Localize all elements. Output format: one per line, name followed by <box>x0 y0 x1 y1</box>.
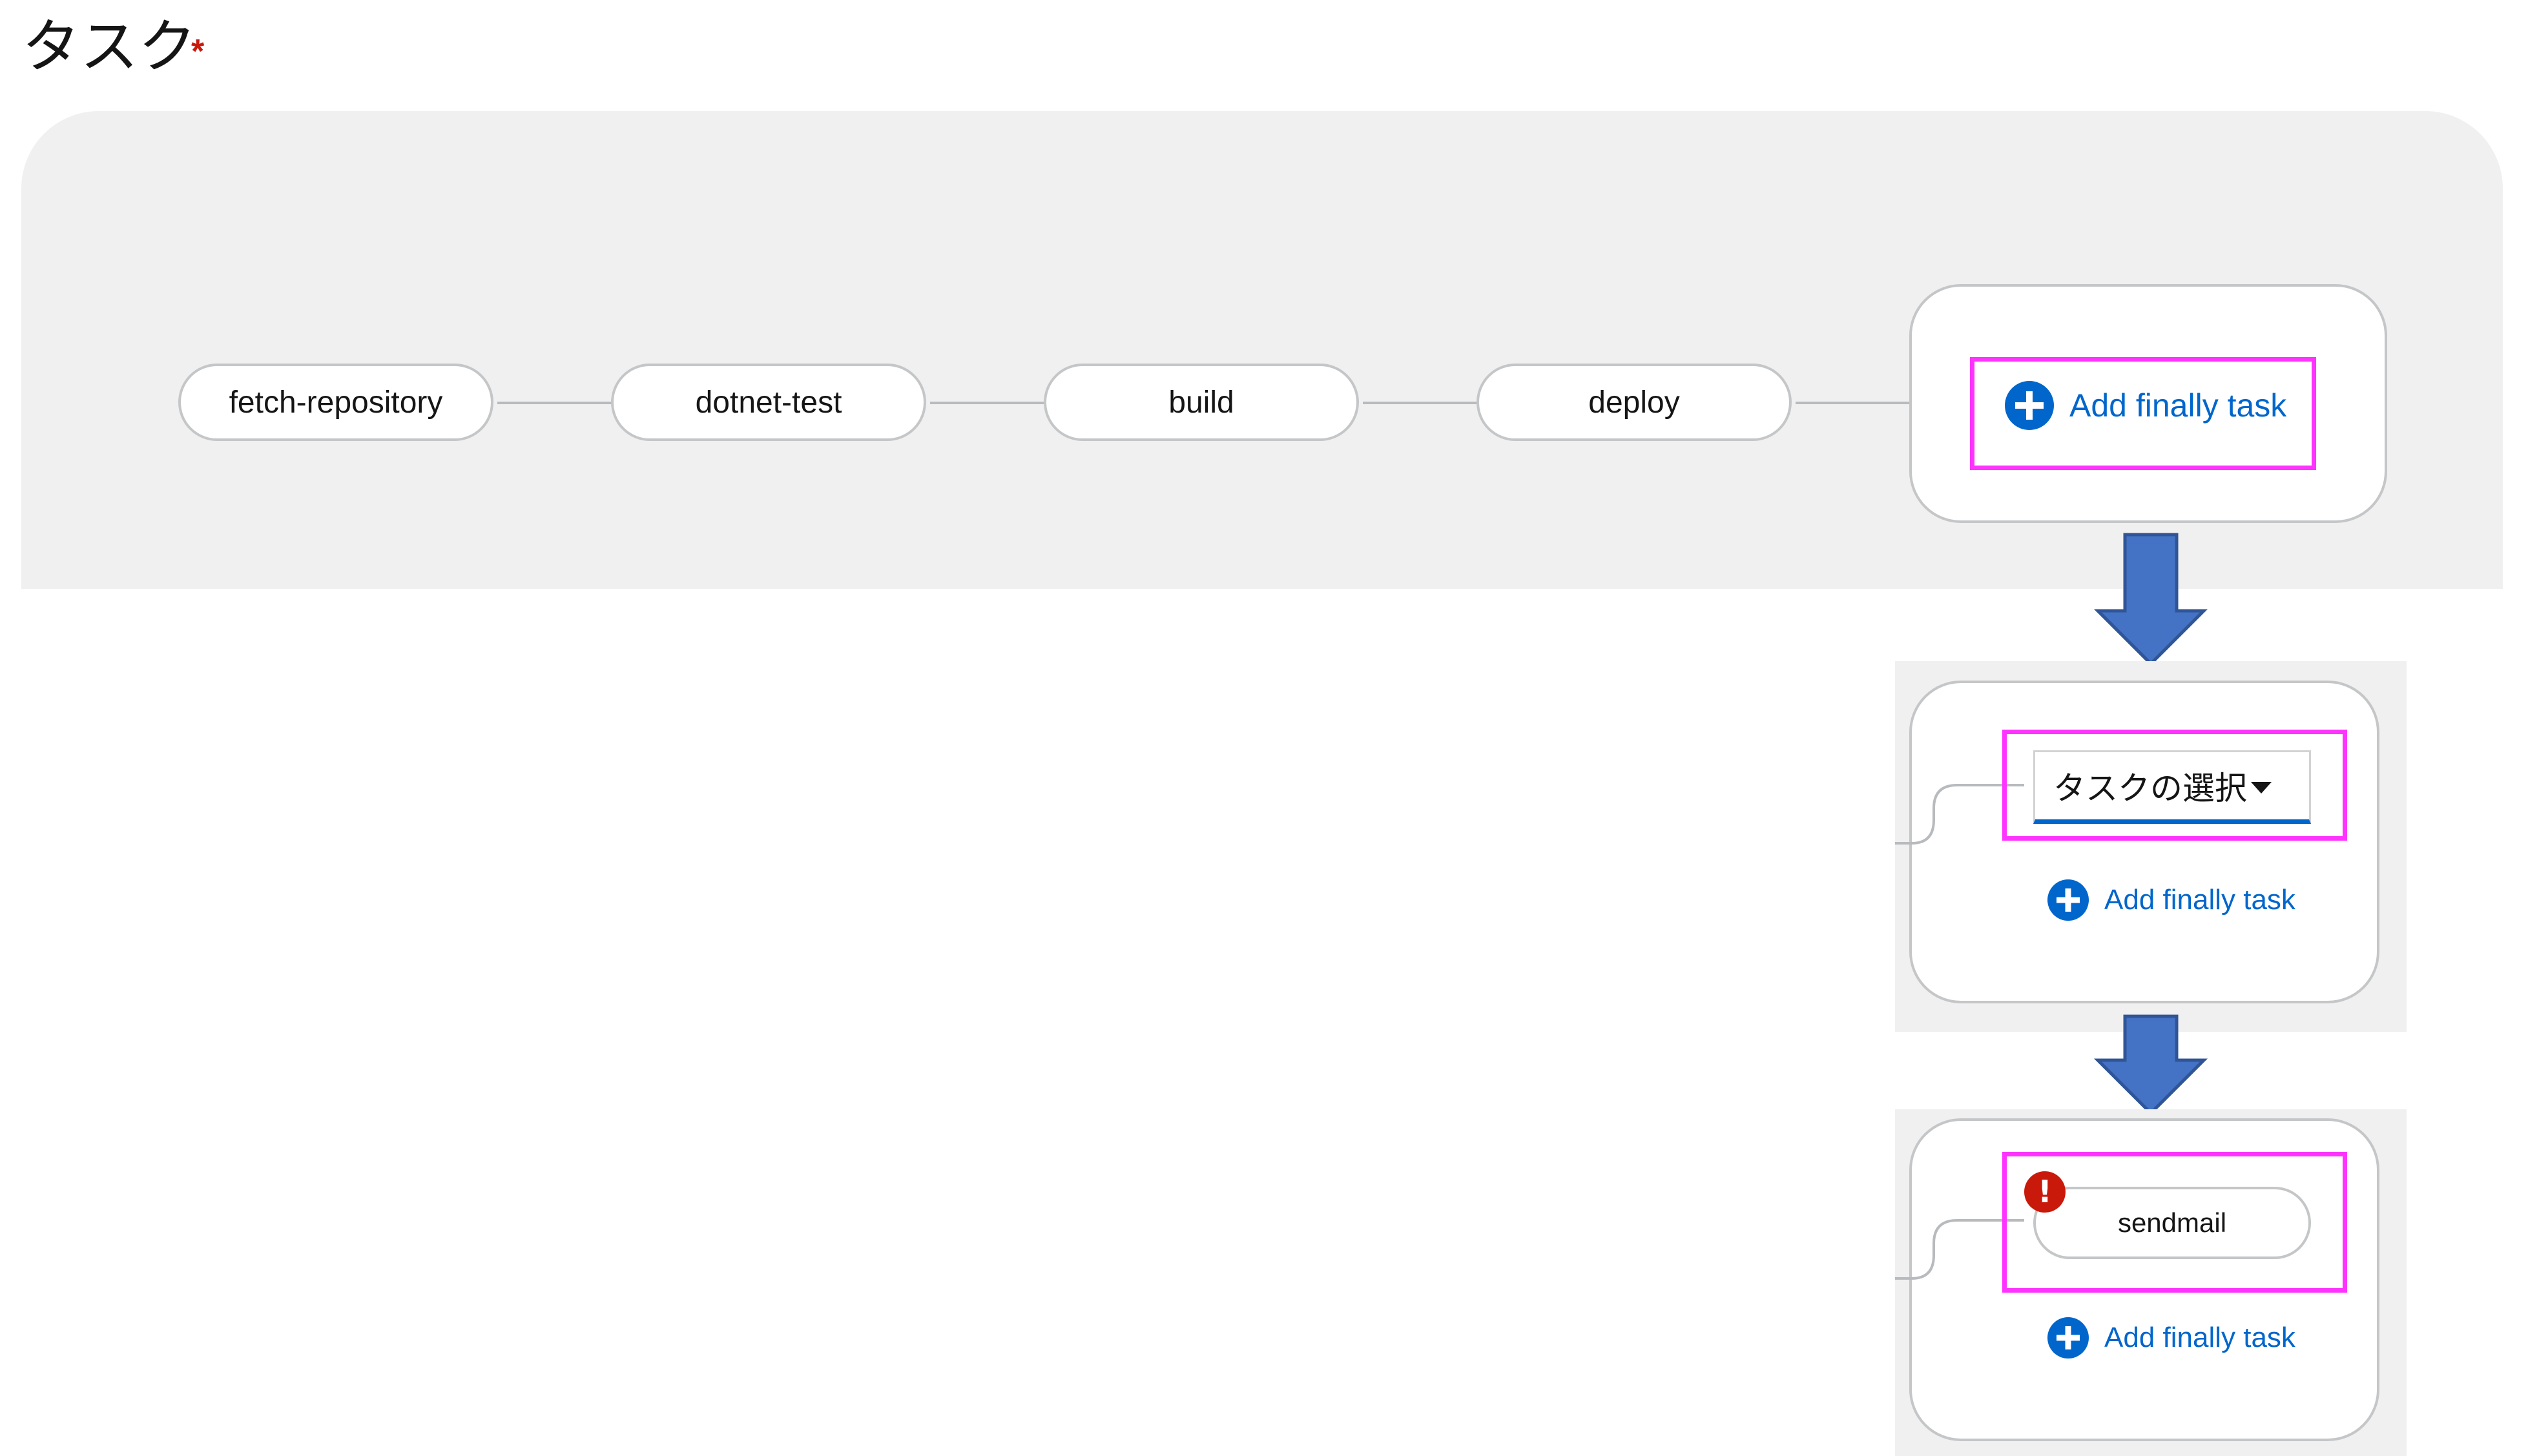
task-node-deploy[interactable]: deploy <box>1476 364 1792 441</box>
add-finally-task-label: Add finally task <box>2104 884 2295 916</box>
task-select-dropdown[interactable]: タスクの選択 <box>2033 750 2311 824</box>
required-mark: * <box>191 33 205 70</box>
add-finally-task-button[interactable]: Add finally task <box>2047 1317 2295 1359</box>
add-finally-task-label: Add finally task <box>2104 1322 2295 1353</box>
add-finally-task-button[interactable]: Add finally task <box>2005 381 2286 430</box>
task-select-label: タスクの選択 <box>2053 770 2247 807</box>
add-finally-task-label: Add finally task <box>2069 387 2287 424</box>
down-arrow <box>2093 1014 2208 1116</box>
connector <box>930 402 1045 404</box>
add-finally-task-button[interactable]: Add finally task <box>2047 879 2295 921</box>
error-icon: ! <box>2024 1171 2066 1213</box>
section-title: タスク <box>22 13 196 81</box>
plus-circle-icon <box>2005 381 2054 430</box>
task-node-fetch-repository[interactable]: fetch-repository <box>178 364 493 441</box>
connector <box>1796 402 1912 404</box>
plus-circle-icon <box>2047 1317 2089 1359</box>
plus-circle-icon <box>2047 879 2089 921</box>
caret-down-icon <box>2251 782 2272 794</box>
task-node-sendmail[interactable]: sendmail <box>2033 1187 2311 1259</box>
task-node-dotnet-test[interactable]: dotnet-test <box>611 364 926 441</box>
task-node-build[interactable]: build <box>1044 364 1359 441</box>
connector <box>1363 402 1478 404</box>
down-arrow <box>2093 533 2208 666</box>
connector <box>497 402 612 404</box>
